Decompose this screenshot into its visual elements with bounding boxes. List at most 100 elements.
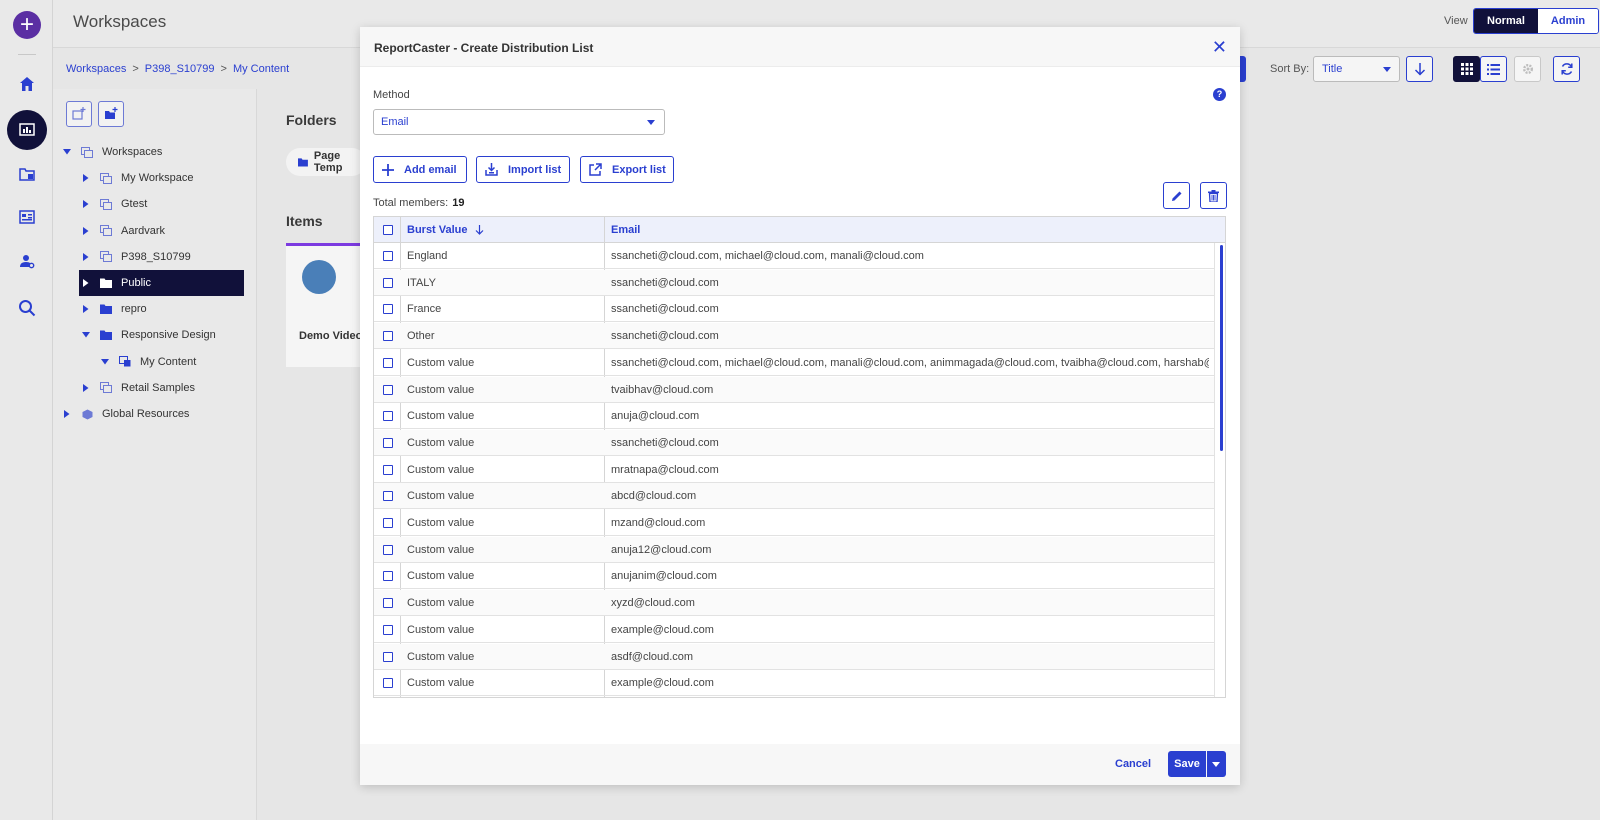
row-checkbox[interactable] (382, 491, 393, 502)
export-list-label: Export list (612, 163, 666, 176)
save-button[interactable]: Save (1168, 751, 1206, 777)
search-icon[interactable] (13, 294, 41, 322)
row-checkbox[interactable] (382, 598, 393, 609)
workspaces-icon[interactable] (7, 110, 47, 150)
scrollbar-thumb[interactable] (1220, 245, 1223, 451)
row-checkbox[interactable] (382, 304, 393, 315)
grid-view-button[interactable] (1453, 56, 1480, 82)
tree-item[interactable]: My Content (53, 349, 257, 375)
table-row[interactable]: Custom value mratnapa@cloud.com (374, 457, 1214, 483)
table-row[interactable]: Custom value anuja@cloud.com (374, 403, 1214, 430)
tree-item[interactable]: Aardvark (53, 218, 257, 244)
row-checkbox[interactable] (382, 357, 393, 368)
home-icon[interactable] (13, 70, 41, 98)
chevron-down-icon[interactable] (63, 148, 71, 156)
new-workspace-icon (72, 107, 86, 120)
row-checkbox[interactable] (382, 464, 393, 475)
tree-item[interactable]: Global Resources (53, 401, 257, 427)
user-settings-icon[interactable] (13, 247, 41, 275)
new-workspace-button[interactable] (66, 101, 92, 127)
table-row[interactable]: Other ssancheti@cloud.com (374, 323, 1214, 350)
row-checkbox[interactable] (382, 277, 393, 288)
item-card[interactable]: Demo Video (286, 243, 366, 367)
delete-button[interactable] (1200, 182, 1227, 209)
list-view-button[interactable] (1480, 56, 1507, 82)
chevron-down-icon[interactable] (101, 358, 109, 366)
sidebar: Workspaces My Workspace Gtest Aardvark P398_… (53, 89, 257, 820)
chevron-down-icon[interactable] (82, 331, 90, 339)
tree-item[interactable]: P398_S10799 (53, 244, 257, 270)
burst-value-header[interactable]: Burst Value (407, 217, 484, 243)
content-folders-icon[interactable] (13, 160, 41, 188)
select-all-checkbox[interactable] (382, 225, 393, 235)
row-checkbox[interactable] (382, 437, 393, 448)
help-icon[interactable]: ? (1213, 88, 1226, 101)
table-row[interactable]: Custom value example@cloud.com (374, 617, 1214, 643)
portals-icon[interactable] (13, 203, 41, 231)
chevron-right-icon[interactable] (82, 279, 90, 287)
view-normal-button[interactable]: Normal (1474, 9, 1538, 33)
table-row[interactable]: ITALY ssancheti@cloud.com (374, 269, 1214, 296)
new-folder-button[interactable] (98, 101, 124, 127)
breadcrumb-item[interactable]: My Content (233, 63, 289, 75)
table-row[interactable]: Custom value ssancheti@cloud.com (374, 429, 1214, 456)
row-checkbox[interactable] (382, 624, 393, 635)
row-checkbox[interactable] (382, 544, 393, 555)
row-checkbox[interactable] (382, 571, 393, 582)
chevron-right-icon[interactable] (82, 252, 90, 261)
dialog-title: ReportCaster - Create Distribution List (374, 41, 594, 55)
tree-item[interactable]: repro (53, 296, 257, 322)
table-scrollbar[interactable] (1214, 243, 1225, 697)
table-row[interactable]: Custom value anuja12@cloud.com (374, 536, 1214, 563)
table-row[interactable]: Custom value mzand@cloud.com (374, 510, 1214, 536)
chevron-right-icon[interactable] (82, 383, 90, 392)
view-admin-button[interactable]: Admin (1537, 9, 1599, 33)
refresh-button[interactable] (1553, 56, 1580, 82)
chevron-right-icon[interactable] (82, 305, 90, 314)
tree-item[interactable]: Responsive Design (53, 322, 257, 348)
method-select[interactable]: Email (373, 109, 665, 135)
method-label: Method (373, 89, 410, 101)
cancel-button[interactable]: Cancel (1115, 758, 1151, 770)
breadcrumb-item[interactable]: P398_S10799 (145, 63, 215, 75)
tree-item[interactable]: Public (79, 270, 244, 296)
total-members-label: Total members: (373, 197, 449, 209)
email-header[interactable]: Email (611, 217, 640, 243)
tree-item[interactable]: My Workspace (53, 165, 257, 191)
edit-button[interactable] (1163, 182, 1190, 209)
row-checkbox[interactable] (382, 251, 393, 261)
table-row[interactable]: Custom value abcd@cloud.com (374, 483, 1214, 510)
row-checkbox[interactable] (382, 678, 393, 689)
tree-item[interactable]: Retail Samples (53, 375, 257, 401)
add-email-button[interactable]: Add email (373, 156, 467, 183)
chevron-right-icon[interactable] (63, 410, 71, 418)
breadcrumb-item[interactable]: Workspaces (66, 63, 126, 75)
settings-button[interactable] (1514, 56, 1541, 82)
chevron-right-icon[interactable] (82, 174, 90, 183)
folder-chip[interactable]: Page Temp (286, 148, 366, 176)
sort-select[interactable]: Title (1313, 56, 1400, 82)
sort-direction-button[interactable] (1406, 56, 1433, 82)
export-list-button[interactable]: Export list (580, 156, 674, 183)
chevron-right-icon[interactable] (82, 226, 90, 235)
table-row[interactable]: France ssancheti@cloud.com (374, 296, 1214, 323)
tree-item[interactable]: Gtest (53, 191, 257, 217)
row-checkbox[interactable] (382, 331, 393, 342)
row-checkbox[interactable] (382, 411, 393, 422)
save-options-dropdown[interactable] (1207, 751, 1226, 777)
table-row[interactable]: Custom value example@cloud.com (374, 670, 1214, 697)
table-row[interactable]: England ssancheti@cloud.com, michael@clou… (374, 243, 1214, 269)
table-row[interactable]: Custom value tvaibhav@cloud.com (374, 376, 1214, 403)
chevron-right-icon[interactable] (82, 200, 90, 209)
create-new-button[interactable]: + (13, 11, 41, 39)
row-checkbox[interactable] (382, 384, 393, 395)
table-row[interactable]: Custom value asdf@cloud.com (374, 643, 1214, 670)
row-checkbox[interactable] (382, 651, 393, 662)
import-list-button[interactable]: Import list (476, 156, 570, 183)
tree-item[interactable]: Workspaces (53, 139, 257, 165)
table-row[interactable]: Custom value ssancheti@cloud.com, michael… (374, 350, 1214, 376)
close-icon[interactable]: ✕ (1212, 38, 1227, 56)
table-row[interactable]: Custom value anujanim@cloud.com (374, 563, 1214, 590)
row-checkbox[interactable] (382, 518, 393, 528)
table-row[interactable]: Custom value xyzd@cloud.com (374, 590, 1214, 617)
